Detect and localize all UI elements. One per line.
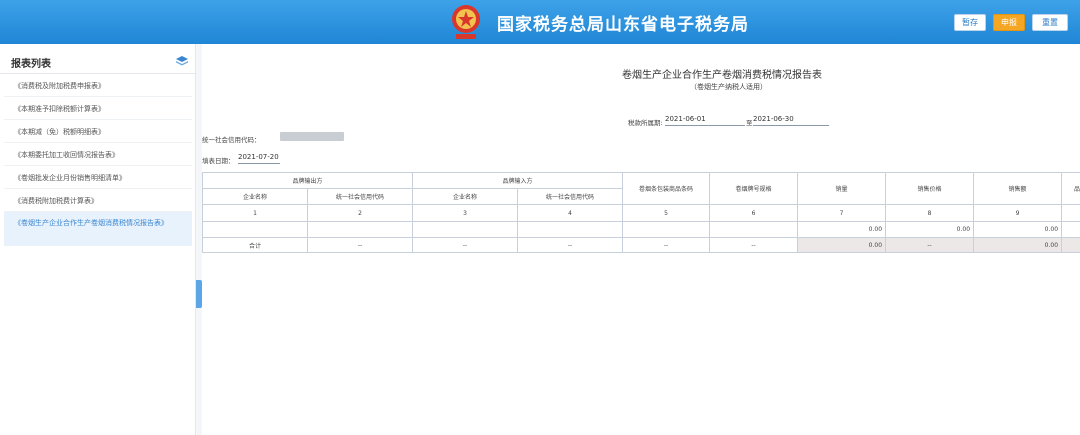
col-index: 3 xyxy=(412,204,519,222)
col-index: 9 xyxy=(973,204,1063,222)
total-dash: -- xyxy=(622,237,711,253)
sales-amount-cell[interactable]: 0.00 xyxy=(973,221,1063,238)
report-list: 《消费税及附加税费申报表》 《本期准予扣除税额计算表》 《本期减（免）税额明细表… xyxy=(4,74,192,246)
credit-code-value-masked xyxy=(280,132,344,141)
period-end-field[interactable]: 2021-06-30 xyxy=(753,115,829,126)
fill-date-field[interactable]: 2021-07-20 xyxy=(238,153,280,164)
col-index: 8 xyxy=(885,204,975,222)
period-to-label: 至 xyxy=(746,119,753,127)
input-credit-code-header: 统一社会信用代码 xyxy=(517,188,624,205)
sales-price-header: 销售价格 xyxy=(885,172,975,205)
report-form: 卷烟生产企业合作生产卷烟消费税情况报告表 （卷烟生产纳税人适用） 税款所属期: … xyxy=(201,44,1080,435)
brand-spec-header: 卷烟牌号规格 xyxy=(709,172,799,205)
output-company-cell[interactable] xyxy=(202,221,308,238)
total-sales-amount: 0.00 xyxy=(973,237,1063,253)
period-label: 税款所属期: xyxy=(628,119,663,127)
total-label: 合计 xyxy=(202,237,308,253)
brand-output-header: 品牌输出方 xyxy=(201,172,414,189)
sidebar-item-consumption-tax-return[interactable]: 《消费税及附加税费申报表》 xyxy=(4,74,192,97)
period-start-field[interactable]: 2021-06-01 xyxy=(665,115,745,126)
sales-price-cell[interactable]: 0.00 xyxy=(885,221,975,238)
sales-qty-header: 销量 xyxy=(797,172,887,205)
credit-code-label: 统一社会信用代码： xyxy=(202,136,261,144)
brand-spec-cell[interactable] xyxy=(709,221,799,238)
brand-input-header: 品牌输入方 xyxy=(412,172,624,189)
sales-qty-cell[interactable]: 0.00 xyxy=(797,221,887,238)
sidebar-item-cooperative-production[interactable]: 《卷烟生产企业合作生产卷烟消费税情况报告表》 xyxy=(4,212,192,246)
input-company-header: 企业名称 xyxy=(412,188,519,205)
total-row: 合计 -- -- -- -- -- 0.00 -- 0.00 xyxy=(202,237,1080,253)
save-button[interactable]: 暂存 xyxy=(954,14,986,31)
sidebar-item-deduction-calc[interactable]: 《本期准予扣除税额计算表》 xyxy=(4,97,192,120)
form-subtitle: （卷烟生产纳税人适用） xyxy=(690,83,767,91)
total-dash: -- xyxy=(709,237,799,253)
barcode-header: 卷烟条包装商品条码 xyxy=(622,172,711,205)
truncated-header: 品 xyxy=(1061,172,1080,205)
total-dash: -- xyxy=(306,237,414,253)
sidebar-header: 报表列表 xyxy=(0,48,196,74)
layers-icon[interactable] xyxy=(176,56,188,67)
sidebar-title: 报表列表 xyxy=(11,59,51,70)
col-index: 6 xyxy=(709,204,799,222)
form-title: 卷烟生产企业合作生产卷烟消费税情况报告表 xyxy=(622,70,822,81)
total-dash: -- xyxy=(412,237,519,253)
reset-button[interactable]: 重置 xyxy=(1032,14,1068,31)
output-credit-code-header: 统一社会信用代码 xyxy=(306,188,414,205)
input-company-cell[interactable] xyxy=(412,221,519,238)
fill-date-label: 填表日期： xyxy=(202,157,235,165)
sidebar-item-entrusted-processing[interactable]: 《本期委托加工收回情况报告表》 xyxy=(4,143,192,166)
table-header-row: 品牌输出方 品牌输入方 卷烟条包装商品条码 卷烟牌号规格 销量 销售价格 销售额… xyxy=(201,172,1080,205)
input-credit-code-cell[interactable] xyxy=(517,221,624,238)
total-dash: -- xyxy=(885,237,975,253)
sidebar-item-wholesale-monthly[interactable]: 《卷烟批发企业月份销售明细清单》 xyxy=(4,166,192,189)
col-index xyxy=(1061,204,1080,222)
column-index-row: 1 2 3 4 5 6 7 8 9 xyxy=(202,204,1080,222)
sidebar-item-exemption-detail[interactable]: 《本期减（免）税额明细表》 xyxy=(4,120,192,143)
total-sales-qty: 0.00 xyxy=(797,237,887,253)
total-truncated-cell xyxy=(1061,237,1080,253)
report-list-sidebar: 报表列表 《消费税及附加税费申报表》 《本期准予扣除税额计算表》 《本期减（免）… xyxy=(0,44,196,435)
output-company-header: 企业名称 xyxy=(202,188,308,205)
col-index: 1 xyxy=(202,204,308,222)
site-title: 国家税务总局山东省电子税务局 xyxy=(497,15,749,35)
top-header: 国家税务总局山东省电子税务局 暂存 申报 重置 xyxy=(0,0,1080,44)
report-table: 品牌输出方 品牌输入方 卷烟条包装商品条码 卷烟牌号规格 销量 销售价格 销售额… xyxy=(201,172,1080,253)
col-index: 7 xyxy=(797,204,887,222)
sidebar-item-surcharge-calc[interactable]: 《消费税附加税费计算表》 xyxy=(4,189,192,212)
col-index: 5 xyxy=(622,204,711,222)
output-credit-code-cell[interactable] xyxy=(306,221,414,238)
total-dash: -- xyxy=(517,237,624,253)
declare-button[interactable]: 申报 xyxy=(993,14,1025,31)
tax-emblem-icon xyxy=(452,5,480,39)
sales-amount-header: 销售额 xyxy=(973,172,1063,205)
col-index: 2 xyxy=(306,204,414,222)
barcode-cell[interactable] xyxy=(622,221,711,238)
truncated-cell[interactable] xyxy=(1061,221,1080,238)
table-row: 0.00 0.00 0.00 xyxy=(202,221,1080,238)
col-index: 4 xyxy=(517,204,624,222)
